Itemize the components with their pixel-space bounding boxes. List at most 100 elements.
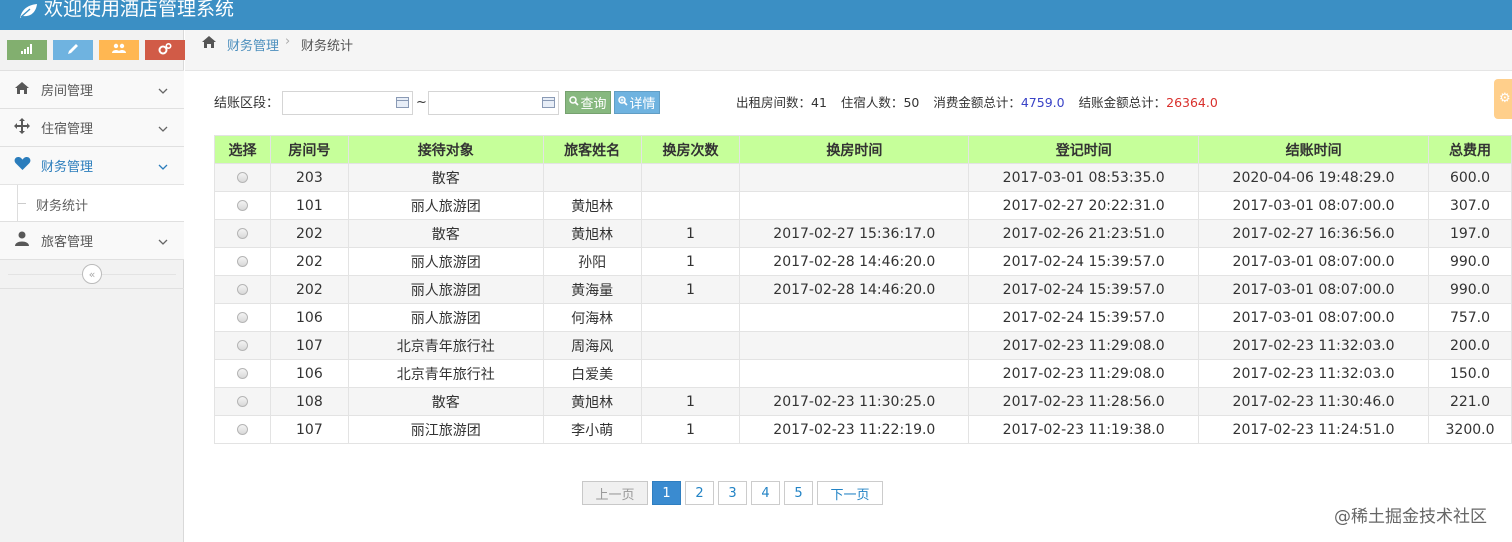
shortcut-signal-button[interactable] (7, 40, 47, 60)
filter-bar: 结账区段： ~ 查询 详情 出租房间数：41 住宿人数：50 消费金额总计：4759… (214, 89, 1504, 115)
calendar-icon[interactable] (542, 97, 555, 108)
chevron-down-icon (158, 234, 168, 249)
column-header-checkout-time: 结账时间 (1198, 135, 1430, 164)
double-angle-left-icon[interactable]: « (82, 264, 102, 284)
table-cell: 107 (269, 415, 349, 444)
table-row: 107 北京青年旅行社 周海风 2017-02-23 11:29:08.0 2017-0… (214, 331, 1512, 360)
table-cell: 2017-03-01 08:53:35.0 (968, 163, 1200, 192)
table-cell (640, 303, 741, 332)
rented-rooms-label: 出租房间数： (736, 95, 812, 110)
table-row: 101 丽人旅游团 黄旭林 2017-02-27 20:22:31.0 2017-03-… (214, 191, 1512, 220)
table-cell (640, 359, 741, 388)
sidebar-item-finance-management[interactable]: 财务管理 (0, 146, 184, 184)
table-cell: 白爱美 (542, 359, 642, 388)
breadcrumb-current: 财务统计 (301, 39, 354, 54)
row-select-radio[interactable] (236, 424, 248, 435)
settings-side-tab[interactable]: ⚙ (1494, 79, 1512, 119)
table-cell: 2017-02-23 11:32:03.0 (1198, 331, 1430, 360)
start-date-input[interactable] (282, 91, 413, 115)
table-cell: 何海林 (542, 303, 642, 332)
table-cell: 丽人旅游团 (347, 275, 544, 304)
page-button-3[interactable]: 3 (718, 481, 747, 505)
table-cell: 2017-03-01 08:07:00.0 (1198, 247, 1430, 276)
consume-total-value: 4759.0 (1020, 95, 1065, 110)
sidebar-item-room-management[interactable]: 房间管理 (0, 70, 184, 108)
row-select-radio[interactable] (236, 312, 248, 323)
table-cell (640, 163, 741, 192)
table-cell (739, 359, 970, 388)
next-page-button[interactable]: 下一页 (817, 481, 883, 505)
table-cell: 黄旭林 (542, 219, 642, 248)
sidebar-item-label: 财务管理 (41, 160, 94, 175)
row-select-radio[interactable] (236, 368, 248, 379)
table-cell: 2017-02-23 11:24:51.0 (1198, 415, 1430, 444)
table-cell (739, 163, 970, 192)
table-cell: 丽人旅游团 (347, 303, 544, 332)
prev-page-button[interactable]: 上一页 (582, 481, 648, 505)
table-cell: 2017-02-27 20:22:31.0 (968, 191, 1200, 220)
row-select-cell (214, 219, 271, 248)
table-cell (640, 331, 741, 360)
shortcut-group-button[interactable] (99, 40, 139, 60)
table-cell: 2017-02-27 15:36:17.0 (739, 219, 970, 248)
table-cell: 106 (269, 359, 349, 388)
table-cell: 散客 (347, 219, 544, 248)
checkout-total-value: 26364.0 (1166, 95, 1218, 110)
page-button-5[interactable]: 5 (784, 481, 813, 505)
table-row: 202 丽人旅游团 黄海量 1 2017-02-28 14:46:20.0 2017-02… (214, 275, 1512, 304)
page-button-4[interactable]: 4 (751, 481, 780, 505)
sidebar-subitem-finance-statistics[interactable]: 财务统计 (0, 184, 184, 222)
sidebar-item-label: 房间管理 (41, 84, 94, 99)
row-select-cell (214, 275, 271, 304)
row-select-radio[interactable] (236, 340, 248, 351)
row-select-radio[interactable] (236, 256, 248, 267)
table-cell: 307.0 (1428, 191, 1512, 220)
table-cell: 黄旭林 (542, 387, 642, 416)
sidebar-item-lodging-management[interactable]: 住宿管理 (0, 108, 184, 146)
gear-icon: ⚙ (1499, 91, 1511, 106)
table-cell: 2017-02-23 11:29:08.0 (968, 359, 1200, 388)
table-cell: 202 (269, 247, 349, 276)
end-date-input[interactable] (428, 91, 559, 115)
column-header-select: 选择 (214, 135, 271, 164)
sidebar-item-guest-management[interactable]: 旅客管理 (0, 221, 184, 259)
table-cell (640, 191, 741, 220)
table-cell: 990.0 (1428, 247, 1512, 276)
row-select-radio[interactable] (236, 228, 248, 239)
move-icon (13, 117, 31, 138)
row-select-cell (214, 331, 271, 360)
row-select-radio[interactable] (236, 396, 248, 407)
page-button-1[interactable]: 1 (652, 481, 681, 505)
table-cell: 2017-02-24 15:39:57.0 (968, 247, 1200, 276)
chevron-down-icon (158, 159, 168, 174)
sidebar-menu: 房间管理 住宿管理 财务管理 财务统计 旅客管理 « (0, 70, 184, 289)
table-cell: 2017-02-28 14:46:20.0 (739, 247, 970, 276)
table-cell: 1 (640, 247, 741, 276)
detail-button[interactable]: 详情 (614, 91, 660, 114)
home-icon[interactable] (201, 35, 217, 53)
table-cell: 丽人旅游团 (347, 247, 544, 276)
rented-rooms-value: 41 (811, 95, 827, 110)
shortcut-cogs-button[interactable] (145, 40, 185, 60)
statistics-summary: 出租房间数：41 住宿人数：50 消费金额总计：4759.0 结账金额总计：26364… (736, 92, 1218, 111)
row-select-radio[interactable] (236, 172, 248, 183)
table-row: 107 丽江旅游团 李小萌 1 2017-02-23 11:22:19.0 2017-02… (214, 415, 1512, 444)
query-button[interactable]: 查询 (565, 91, 611, 114)
table-header-row: 选择 房间号 接待对象 旅客姓名 换房次数 换房时间 登记时间 结账时间 总费用 (214, 135, 1512, 164)
table-cell (542, 163, 642, 192)
group-icon (112, 43, 126, 57)
table-cell: 2017-02-23 11:29:08.0 (968, 331, 1200, 360)
page-button-2[interactable]: 2 (685, 481, 714, 505)
table-cell: 3200.0 (1428, 415, 1512, 444)
shortcut-pencil-button[interactable] (53, 40, 93, 60)
table-cell: 106 (269, 303, 349, 332)
table-cell: 197.0 (1428, 219, 1512, 248)
row-select-radio[interactable] (236, 284, 248, 295)
row-select-radio[interactable] (236, 200, 248, 211)
row-select-cell (214, 415, 271, 444)
breadcrumb-link-finance[interactable]: 财务管理 (227, 35, 279, 54)
signal-icon (21, 43, 33, 57)
row-select-cell (214, 247, 271, 276)
calendar-icon[interactable] (396, 97, 409, 108)
sidebar-collapse-row: « (0, 259, 184, 289)
